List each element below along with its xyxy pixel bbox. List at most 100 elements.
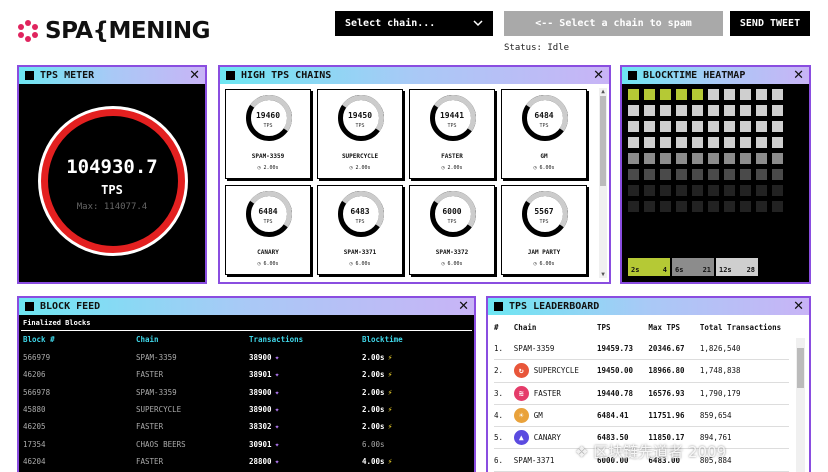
chain-name: SPAM-3372 [435, 249, 469, 256]
heatmap-cell [692, 169, 703, 180]
heatmap-cell [692, 185, 703, 196]
chain-blocktime-value: 6.00s [263, 261, 279, 267]
chain-blocktime: ◷ 2.00s [318, 165, 402, 171]
table-row[interactable]: 3. ≋ FASTER 19440.78 16576.93 1,790,179 [494, 383, 789, 405]
tps-gauge-progress [41, 109, 185, 253]
bolt-icon: ⚡ [387, 370, 393, 380]
heatmap-cell [772, 201, 783, 212]
tps-unit: TPS [101, 183, 123, 197]
tx-count: 38900 [249, 387, 272, 397]
chain-card[interactable]: 6483 TPS SPAM-3371 ◷ 6.00s [317, 185, 403, 275]
sparkle-icon: ✦ [274, 422, 280, 432]
heatmap-cell [756, 89, 767, 100]
chain-card[interactable]: 19441 TPS FASTER ◷ 2.00s [409, 89, 495, 179]
heatmap-cell [724, 201, 735, 212]
blocktime-value: 6.00s [362, 439, 385, 449]
panel-header: BLOCKTIME HEATMAP ✕ [622, 67, 809, 84]
chain-card[interactable]: 19460 TPS SPAM-3359 ◷ 2.00s [225, 89, 311, 179]
close-icon[interactable]: ✕ [189, 68, 200, 83]
heatmap-cell [740, 201, 751, 212]
block-feed-body: Finalized Blocks Block # Chain Transacti… [19, 315, 474, 472]
heatmap-cell [660, 169, 671, 180]
chain-name: FASTER [441, 153, 463, 160]
tx-count: 30901 [249, 439, 272, 449]
column-header: Total Transactions [699, 323, 782, 332]
rank: 3. [494, 388, 504, 398]
heatmap-cell [756, 201, 767, 212]
scroll-down-icon[interactable]: ▼ [599, 271, 607, 278]
sparkle-icon: ✦ [274, 456, 280, 466]
panel-title: BLOCK FEED [40, 301, 101, 312]
table-row[interactable]: 4. ☀ GM 6484.41 11751.96 859,654 [494, 405, 789, 428]
scrollbar-thumb[interactable] [600, 96, 606, 186]
chain-tps-value: 6484 [534, 111, 554, 120]
block-number: 566978 [23, 387, 51, 397]
chains-scrollbar[interactable]: ▲ ▼ [599, 88, 607, 278]
heatmap-cell [676, 137, 687, 148]
panel-square-icon [25, 71, 34, 80]
chain-name: FASTER [136, 422, 164, 432]
tps-meter-body: 104930.7 TPS Max: 114077.4 [19, 84, 205, 282]
chain-blocktime: ◷ 6.00s [226, 261, 310, 267]
leaderboard-scrollbar[interactable] [796, 338, 805, 472]
spam-button[interactable]: <-- Select a chain to spam [504, 11, 723, 36]
heatmap-cell [660, 153, 671, 164]
table-row: 17354 CHAOS BEERS 30901 ✦ 6.00s [23, 435, 470, 452]
chain-name: FASTER [136, 370, 164, 380]
panel-header: TPS LEADERBOARD ✕ [488, 298, 809, 315]
chain-card-grid: 19460 TPS SPAM-3359 ◷ 2.00s 19450 TPS SUPERCYC… [225, 89, 587, 275]
send-tweet-button[interactable]: SEND TWEET [730, 11, 810, 36]
sparkle-icon: ✦ [274, 370, 280, 380]
bolt-icon: ⚡ [387, 422, 393, 432]
panel-title: TPS METER [40, 70, 95, 81]
panel-square-icon [25, 302, 34, 311]
scrollbar-thumb[interactable] [797, 348, 804, 388]
chain-card[interactable]: 19450 TPS SUPERCYCLE ◷ 2.00s [317, 89, 403, 179]
close-icon[interactable]: ✕ [793, 68, 804, 83]
close-icon[interactable]: ✕ [458, 299, 469, 314]
chain-select-dropdown[interactable]: Select chain... [335, 11, 493, 36]
chain-name: SPAM-3371 [513, 455, 555, 465]
blocktime-heatmap-panel: BLOCKTIME HEATMAP ✕ 2s 4 6s 21 12s 28 [620, 65, 811, 284]
clock-icon: ◷ [349, 261, 353, 267]
chain-name: FASTER [533, 388, 561, 398]
close-icon[interactable]: ✕ [793, 299, 804, 314]
clock-icon: ◷ [533, 261, 537, 267]
table-row[interactable]: 2. ↻ SUPERCYCLE 19450.00 18966.80 1,748,838 [494, 360, 789, 383]
chain-card[interactable]: 6000 TPS SPAM-3372 ◷ 6.00s [409, 185, 495, 275]
scroll-up-icon[interactable]: ▲ [599, 88, 607, 95]
heatmap-cell [628, 89, 639, 100]
chain-card[interactable]: 6484 TPS CANARY ◷ 6.00s [225, 185, 311, 275]
heatmap-cell [644, 185, 655, 196]
chain-name: FASTER [136, 456, 164, 466]
total-tx-value: 1,826,540 [699, 344, 741, 354]
heatmap-cell [660, 121, 671, 132]
panel-square-icon [628, 71, 637, 80]
clock-icon: ◷ [257, 261, 261, 267]
heatmap-cell [708, 201, 719, 212]
table-row[interactable]: 1. SPAM-3359 19459.73 20346.67 1,826,540 [494, 338, 789, 361]
close-icon[interactable]: ✕ [593, 68, 604, 83]
sparkle-icon: ✦ [274, 387, 280, 397]
chain-name: GM [540, 153, 548, 160]
block-feed-panel: BLOCK FEED ✕ Finalized Blocks Block # Ch… [17, 296, 476, 472]
clock-icon: ◷ [257, 165, 261, 171]
chain-card[interactable]: 5567 TPS JAM PARTY ◷ 6.00s [501, 185, 587, 275]
chain-card[interactable]: 6484 TPS GM ◷ 6.00s [501, 89, 587, 179]
heatmap-cell [772, 89, 783, 100]
panel-square-icon [226, 71, 235, 80]
block-number: 46204 [23, 456, 46, 466]
heatmap-cell [676, 153, 687, 164]
heatmap-cell [772, 169, 783, 180]
heatmap-cell [740, 89, 751, 100]
heatmap-cell [660, 185, 671, 196]
heatmap-cell [628, 121, 639, 132]
chain-tps-label: TPS [263, 123, 273, 129]
tps-value: 6484.41 [596, 411, 629, 421]
heatmap-cell [660, 201, 671, 212]
chain-name: SUPERCYCLE [533, 366, 579, 376]
rank: 4. [494, 411, 504, 421]
logo-text: SPA{MENING [45, 18, 211, 44]
heatmap-cell [740, 169, 751, 180]
max-tps-value: 11751.96 [648, 411, 685, 421]
